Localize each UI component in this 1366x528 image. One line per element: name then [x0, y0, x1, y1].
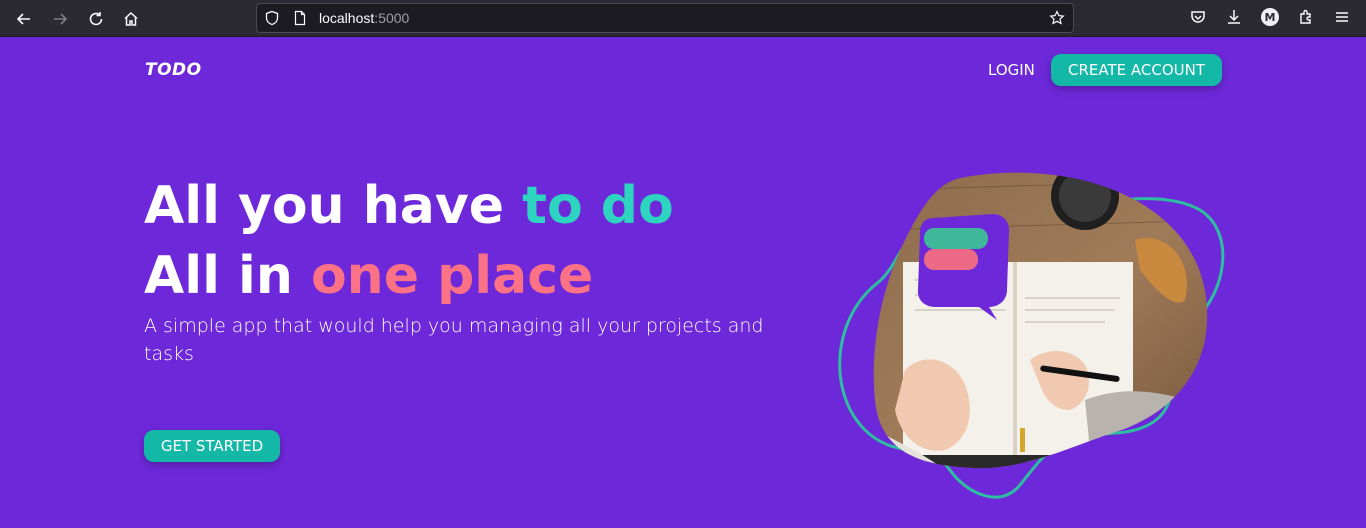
- reload-icon: [89, 12, 103, 26]
- logo[interactable]: TODO: [145, 60, 202, 80]
- pocket-icon[interactable]: [1189, 8, 1207, 26]
- login-link[interactable]: LOGIN: [988, 61, 1035, 79]
- home-icon: [124, 11, 138, 26]
- create-account-button[interactable]: CREATE ACCOUNT: [1051, 54, 1222, 86]
- hero-headline-line2: All in one place: [144, 246, 593, 306]
- back-arrow-icon: [16, 13, 30, 25]
- headline-line1-accent: to do: [522, 176, 674, 236]
- url-port: :5000: [374, 10, 410, 26]
- url-host: localhost: [319, 10, 375, 26]
- url-text[interactable]: localhost:5000: [319, 10, 409, 26]
- downloads-icon[interactable]: [1225, 8, 1243, 26]
- browser-toolbar: localhost:5000 M: [0, 0, 1366, 37]
- hero-illustration: [838, 172, 1225, 499]
- hero-subtitle: A simple app that would help you managin…: [144, 315, 764, 365]
- address-bar[interactable]: localhost:5000: [256, 3, 1074, 33]
- headline-line1-plain: All you have: [144, 176, 523, 236]
- menu-hamburger-icon[interactable]: [1333, 8, 1351, 26]
- shield-icon[interactable]: [264, 10, 280, 26]
- hero-headline-line1: All you have to do: [144, 176, 674, 236]
- get-started-button[interactable]: GET STARTED: [144, 430, 280, 462]
- extensions-icon[interactable]: [1297, 8, 1315, 26]
- forward-button[interactable]: [47, 6, 73, 32]
- forward-arrow-icon: [54, 13, 68, 25]
- reload-button[interactable]: [83, 6, 109, 32]
- back-button[interactable]: [11, 6, 37, 32]
- page-icon: [294, 10, 306, 26]
- account-avatar-icon[interactable]: M: [1261, 8, 1279, 26]
- headline-line2-plain: All in: [144, 246, 311, 306]
- headline-line2-accent: one place: [310, 246, 594, 306]
- landing-page: TODO LOGIN CREATE ACCOUNT All you have t…: [0, 38, 1366, 528]
- home-button[interactable]: [118, 6, 144, 32]
- chat-bubble-icon: [917, 214, 1010, 320]
- bookmark-star-icon[interactable]: [1049, 10, 1065, 26]
